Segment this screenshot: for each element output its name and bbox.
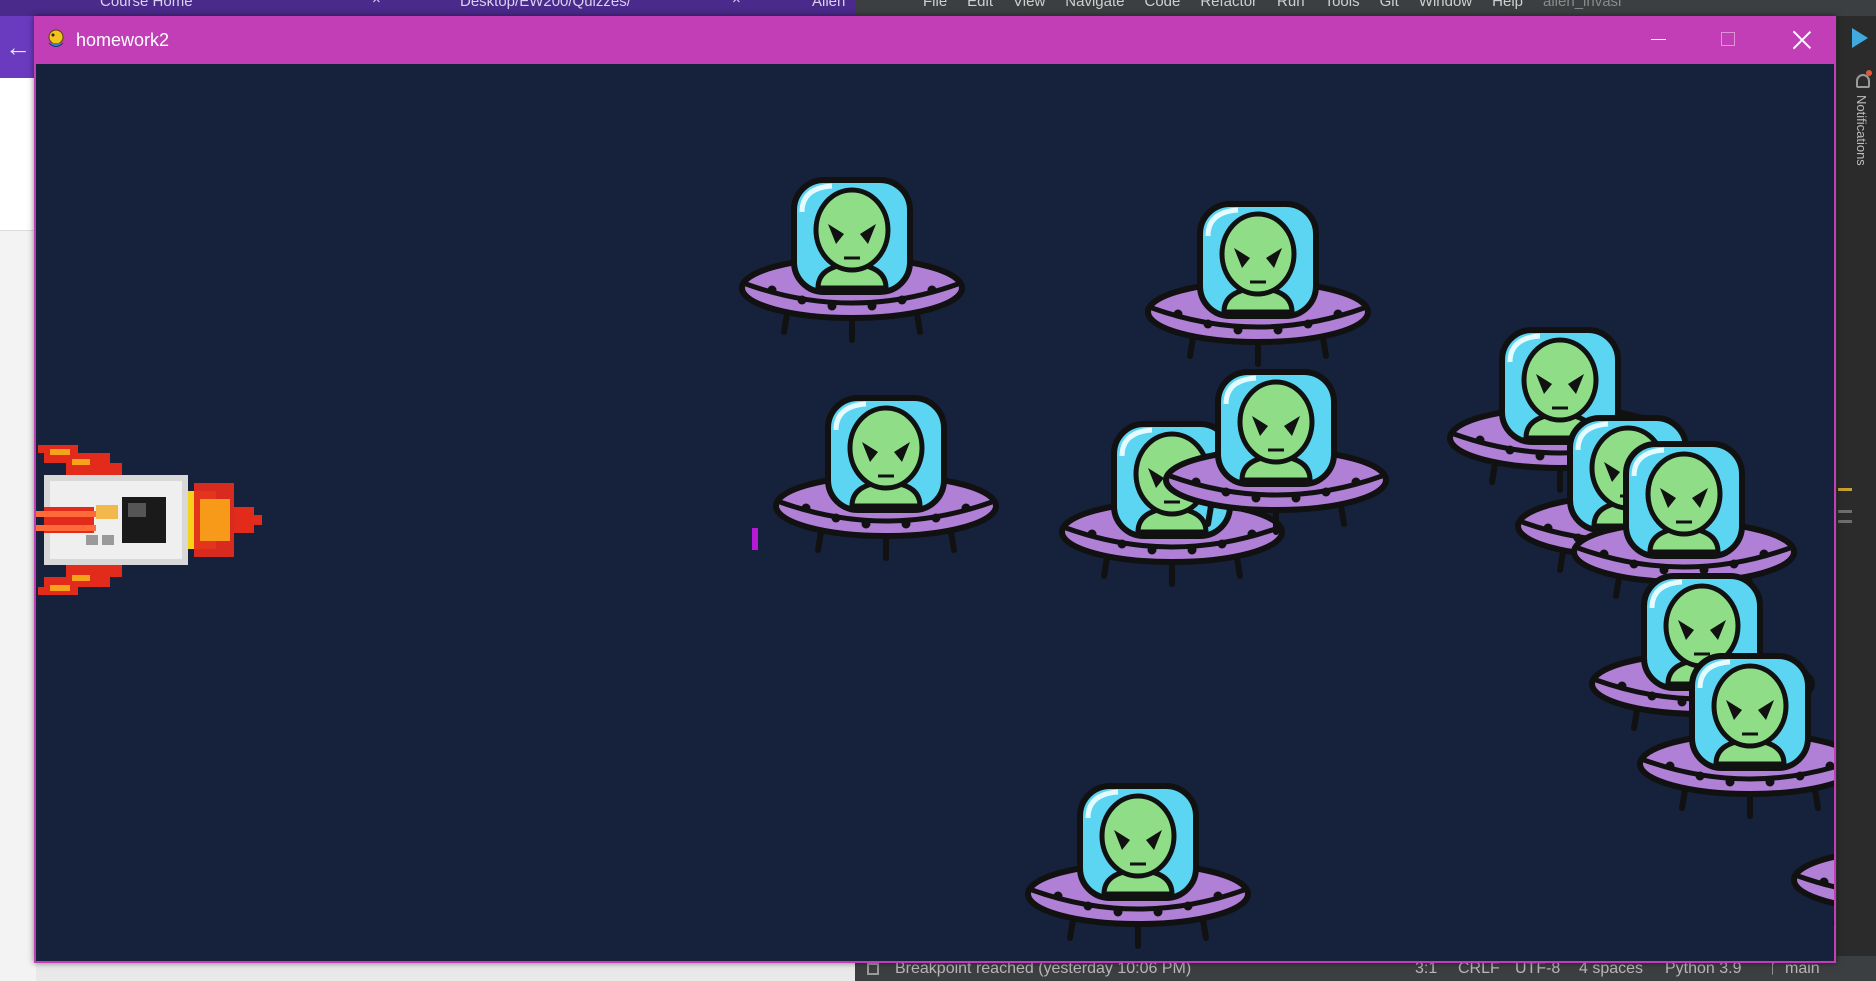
browser-tab[interactable]: Course Home ×: [100, 0, 381, 16]
ide-menu-bar: File Edit View Navigate Code Refactor Run Tools…: [855, 0, 1876, 16]
player-bullet: [752, 528, 758, 550]
menu-edit[interactable]: Edit: [967, 0, 993, 10]
browser-tab-label: Desktop/EW200/Quizzes/: [460, 0, 631, 10]
notification-dot: [1866, 70, 1872, 76]
menu-file[interactable]: File: [923, 0, 947, 10]
project-name: alien_invasi: [1543, 0, 1622, 10]
back-arrow-icon[interactable]: ←: [0, 16, 36, 78]
browser-tab-label: Course Home: [100, 0, 193, 10]
window-titlebar[interactable]: homework2: [34, 16, 1836, 64]
close-button[interactable]: [1766, 16, 1836, 64]
run-icon[interactable]: [1852, 28, 1868, 48]
browser-tab-label: Alien: [812, 0, 846, 10]
browser-tab[interactable]: Alien: [812, 0, 845, 16]
menu-view[interactable]: View: [1013, 0, 1045, 10]
menu-tools[interactable]: Tools: [1325, 0, 1360, 10]
close-icon[interactable]: ×: [372, 0, 381, 7]
alien-ufo: [739, 177, 965, 343]
window-title: homework2: [76, 30, 170, 50]
browser-side-panel: ←: [0, 16, 36, 981]
alien-ufo: [1145, 201, 1371, 367]
browser-bottom: [36, 963, 855, 981]
layout-icon[interactable]: [867, 963, 879, 975]
menu-help[interactable]: Help: [1492, 0, 1523, 10]
minimize-button[interactable]: [1623, 16, 1693, 64]
alien-ufo: [1163, 369, 1389, 535]
player-rocket-ship: [36, 445, 262, 595]
notifications-tab[interactable]: Notifications: [1854, 95, 1869, 166]
alien-ufo: [1025, 783, 1251, 949]
maximize-icon: [1721, 32, 1735, 46]
menu-run[interactable]: Run: [1277, 0, 1305, 10]
menu-code[interactable]: Code: [1144, 0, 1180, 10]
bell-icon[interactable]: [1856, 74, 1870, 88]
minimize-icon: [1651, 39, 1666, 40]
browser-content: [0, 78, 36, 231]
menu-refactor[interactable]: Refactor: [1200, 0, 1257, 10]
alien-ufo: [1791, 853, 1834, 927]
menu-navigate[interactable]: Navigate: [1065, 0, 1124, 10]
game-window[interactable]: homework2: [34, 16, 1836, 963]
alien-ufo: [773, 395, 999, 561]
python-snake-icon: [48, 29, 64, 47]
menu-window[interactable]: Window: [1419, 0, 1472, 10]
menu-git[interactable]: Git: [1380, 0, 1399, 10]
close-icon: [1792, 30, 1812, 50]
close-icon[interactable]: ×: [732, 0, 741, 7]
maximize-button[interactable]: [1693, 16, 1763, 64]
game-canvas[interactable]: [36, 64, 1834, 961]
browser-tab[interactable]: Desktop/EW200/Quizzes/ ×: [460, 0, 741, 16]
